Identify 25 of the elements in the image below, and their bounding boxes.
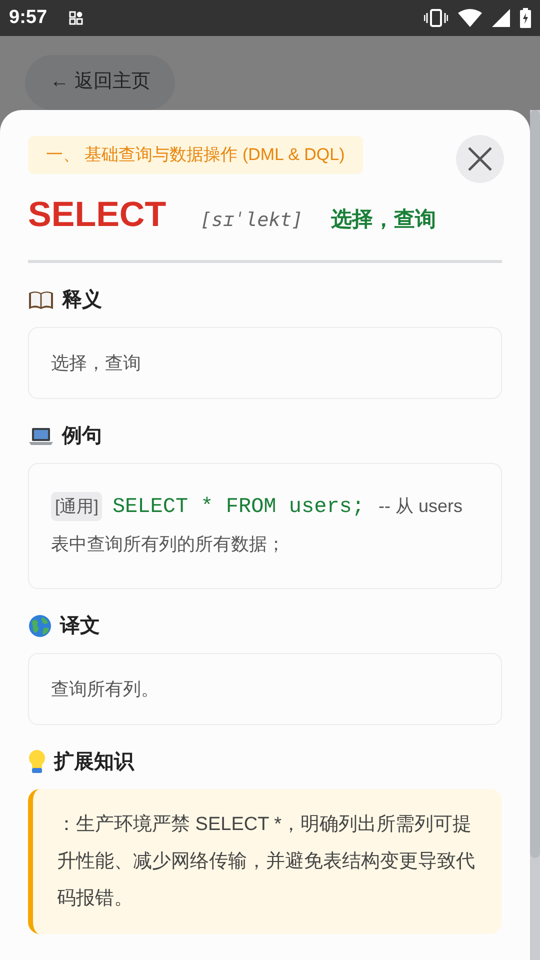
vibrate-icon [424, 9, 448, 27]
section-heading: 例句 [62, 424, 102, 448]
close-button[interactable] [456, 135, 504, 183]
laptop-icon [28, 426, 54, 446]
example-sentence: [通用] SELECT * FROM users; -- 从 users 表中查询所有列的所有数据； [51, 484, 479, 568]
category-tag: 一、 基础查询与数据操作 (DML & DQL) [28, 136, 363, 174]
globe-icon [28, 614, 52, 638]
book-icon [28, 290, 54, 310]
signal-icon [492, 9, 510, 27]
back-button[interactable]: ← 返回主页 [25, 55, 176, 110]
grid-icon [69, 11, 84, 25]
close-icon [468, 147, 492, 171]
section-heading: 释义 [62, 288, 102, 312]
word-meaning: 选择，查询 [331, 207, 436, 233]
battery-icon [520, 8, 531, 28]
phonetic: [sɪˈlekt] [200, 208, 304, 233]
lightbulb-icon [28, 748, 46, 774]
section-heading: 译文 [60, 614, 100, 638]
card-text: 查询所有列。 [51, 678, 160, 700]
clock: 9:57 [9, 6, 48, 30]
word-title: SELECT [28, 194, 166, 236]
wifi-icon [458, 9, 482, 27]
card-text: 选择，查询 [51, 352, 142, 374]
tip-text: ：生产环境严禁 SELECT *，明确列出所需列可提升性能、减少网络传输，并避免表结构变更导致代码报错。 [57, 812, 476, 910]
section-heading: 扩展知识 [54, 750, 134, 774]
